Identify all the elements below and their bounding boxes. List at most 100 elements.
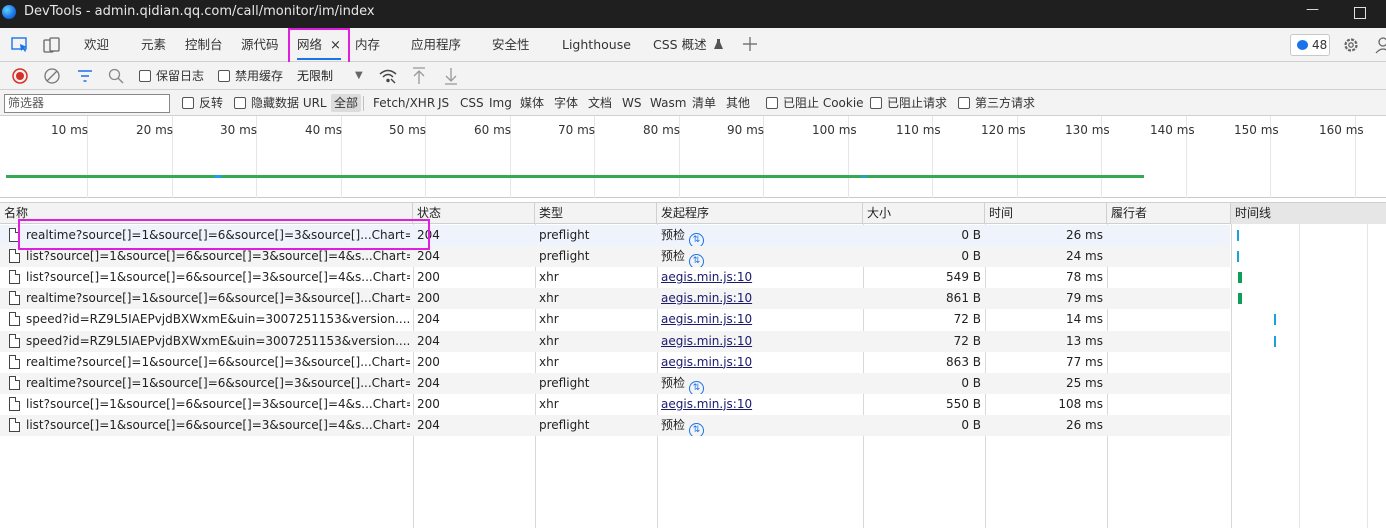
table-row[interactable]: list?source[]=1&source[]=6&source[]=3&so… [0,394,1230,415]
invert-box[interactable] [182,97,194,109]
tab-lighthouse[interactable]: Lighthouse [562,28,631,62]
filter-input[interactable]: 筛选器 [4,94,170,113]
table-row[interactable]: list?source[]=1&source[]=6&source[]=3&so… [0,414,1230,436]
request-name[interactable]: list?source[]=1&source[]=6&source[]=3&so… [26,394,410,415]
initiator-link[interactable]: aegis.min.js:10 [661,352,851,373]
blocked-cookies-box[interactable] [766,97,778,109]
preserve-log-box[interactable] [139,70,151,82]
header-status[interactable]: 状态 [413,203,535,224]
blocked-cookies-checkbox[interactable]: 已阻止 Cookie [766,90,864,116]
type-filter-font[interactable]: 字体 [554,90,578,116]
third-party-box[interactable] [958,97,970,109]
device-toolbar-icon[interactable] [43,37,61,56]
request-name[interactable]: list?source[]=1&source[]=6&source[]=3&so… [26,246,410,267]
import-har-upload-icon[interactable] [412,67,426,88]
tab-sources[interactable]: 源代码 [241,28,279,62]
type-filter-other[interactable]: 其他 [726,90,750,116]
request-name[interactable]: realtime?source[]=1&source[]=6&source[]=… [26,288,410,309]
type-filter-wasm[interactable]: Wasm [650,90,686,116]
preflight-arrows-icon[interactable]: ⇅ [689,254,705,268]
type-filter-ws[interactable]: WS [622,90,641,116]
type-filter-js[interactable]: JS [438,90,449,116]
file-document-icon [9,312,20,327]
disable-cache-checkbox[interactable]: 禁用缓存 [218,62,283,90]
blocked-requests-box[interactable] [870,97,882,109]
initiator-link[interactable]: aegis.min.js:10 [661,331,851,352]
preserve-log-checkbox[interactable]: 保留日志 [139,62,204,90]
tab-network[interactable]: 网络 × [297,28,341,62]
type-filter-css[interactable]: CSS [460,90,484,116]
search-icon[interactable] [108,68,124,87]
preflight-arrows-icon[interactable]: ⇅ [689,422,705,436]
preflight-arrows-icon[interactable]: ⇅ [689,233,705,246]
request-name[interactable]: list?source[]=1&source[]=6&source[]=3&so… [26,267,410,288]
request-name[interactable]: speed?id=RZ9L5IAEPvjdBXWxmE&uin=30072511… [26,331,410,352]
table-row[interactable]: list?source[]=1&source[]=6&source[]=3&so… [0,246,1230,268]
type-filter-all[interactable]: 全部 [331,94,362,112]
initiator-link[interactable]: aegis.min.js:10 [661,309,851,330]
close-tab-icon[interactable]: × [330,38,341,53]
issues-badge[interactable]: 48 [1290,34,1330,56]
initiator-link[interactable]: aegis.min.js:10 [661,267,851,288]
table-row[interactable]: speed?id=RZ9L5IAEPvjdBXWxmE&uin=30072511… [0,330,1230,352]
throttling-select[interactable]: 无限制 ▼ [293,66,369,86]
type-filter-fetch-xhr[interactable]: Fetch/XHR [373,90,435,116]
clear-log-icon[interactable] [44,68,60,87]
initiator-link[interactable]: aegis.min.js:10 [661,288,851,309]
profile-icon[interactable] [1374,36,1386,57]
waterfall-bar[interactable] [1238,293,1242,305]
more-tabs-plus-icon[interactable] [742,36,758,55]
waterfall-bar[interactable] [1274,314,1276,326]
header-name[interactable]: 名称 [0,203,413,224]
request-name[interactable]: realtime?source[]=1&source[]=6&source[]=… [26,373,410,394]
maximize-button[interactable] [1354,7,1366,19]
network-conditions-wifi-icon[interactable] [379,68,397,87]
hide-data-urls-box[interactable] [234,97,246,109]
tab-console[interactable]: 控制台 [185,28,223,62]
disable-cache-box[interactable] [218,70,230,82]
waterfall-bar[interactable] [1237,251,1239,263]
type-filter-img[interactable]: Img [489,90,512,116]
type-filter-media[interactable]: 媒体 [520,90,544,116]
tab-welcome[interactable]: 欢迎 [84,28,109,62]
header-fulfilled-by[interactable]: 履行者 [1107,203,1231,224]
blocked-requests-checkbox[interactable]: 已阻止请求 [870,90,947,116]
initiator-link[interactable]: aegis.min.js:10 [661,394,851,415]
filter-funnel-icon[interactable] [77,69,93,86]
table-row[interactable]: realtime?source[]=1&source[]=6&source[]=… [0,352,1230,373]
request-name[interactable]: speed?id=RZ9L5IAEPvjdBXWxmE&uin=30072511… [26,309,410,330]
hide-data-urls-checkbox[interactable]: 隐藏数据 URL [234,90,327,116]
tab-css-overview[interactable]: CSS 概述 [653,28,723,62]
inspect-element-icon[interactable] [11,37,29,56]
waterfall-bar[interactable] [1237,230,1239,241]
settings-gear-icon[interactable] [1342,36,1360,57]
invert-checkbox[interactable]: 反转 [182,90,223,116]
third-party-checkbox[interactable]: 第三方请求 [958,90,1035,116]
request-name[interactable]: realtime?source[]=1&source[]=6&source[]=… [26,225,410,246]
table-row[interactable]: list?source[]=1&source[]=6&source[]=3&so… [0,267,1230,288]
waterfall-bar[interactable] [1238,272,1242,284]
table-row[interactable]: realtime?source[]=1&source[]=6&source[]=… [0,288,1230,310]
table-row[interactable]: realtime?source[]=1&source[]=6&source[]=… [0,225,1230,246]
timeline-overview[interactable]: 10 ms 20 ms 30 ms 40 ms 50 ms 60 ms 70 ms 80 ms… [0,116,1386,198]
minimize-button[interactable]: — [1306,2,1319,17]
waterfall-bar[interactable] [1274,335,1276,347]
record-stop-icon[interactable] [12,68,28,87]
table-row[interactable]: realtime?source[]=1&source[]=6&source[]=… [0,372,1230,394]
header-initiator[interactable]: 发起程序 [657,203,863,224]
tab-memory[interactable]: 内存 [355,28,380,62]
header-size[interactable]: 大小 [863,203,985,224]
preflight-arrows-icon[interactable]: ⇅ [689,380,705,394]
tab-security[interactable]: 安全性 [492,28,530,62]
tab-application[interactable]: 应用程序 [411,28,461,62]
tab-elements[interactable]: 元素 [141,28,166,62]
type-filter-manifest[interactable]: 清单 [692,90,716,116]
export-har-download-icon[interactable] [444,67,458,88]
request-name[interactable]: realtime?source[]=1&source[]=6&source[]=… [26,352,410,373]
type-filter-doc[interactable]: 文档 [588,90,612,116]
header-waterfall[interactable]: 时间线 [1231,203,1386,224]
request-name[interactable]: list?source[]=1&source[]=6&source[]=3&so… [26,415,410,436]
header-time[interactable]: 时间 [985,203,1107,224]
header-type[interactable]: 类型 [535,203,657,224]
table-row[interactable]: speed?id=RZ9L5IAEPvjdBXWxmE&uin=30072511… [0,309,1230,330]
